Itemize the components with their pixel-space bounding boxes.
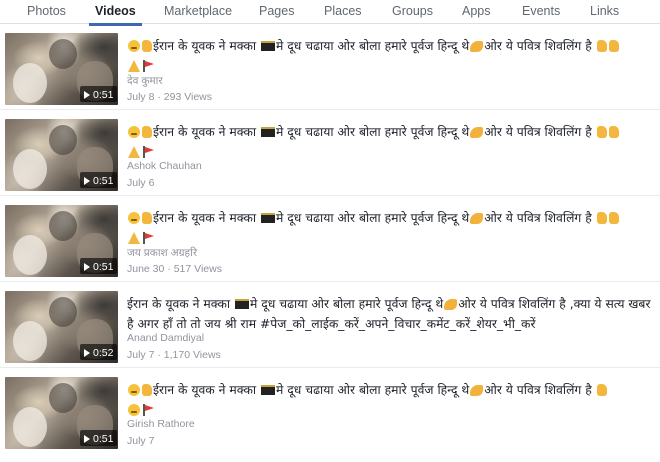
video-result-row: 0:51 ईरान के यूवक ने मक्का मे दूध चढाया … (0, 110, 660, 196)
video-result-row: 0:51 ईरान के यूवक ने मक्का मे दूध चढाया … (0, 24, 660, 110)
triangular-flag-icon (142, 146, 154, 158)
title-text: मे दूध चढाया ओर बोला हमारे पूर्वज हिन्दू… (250, 297, 444, 311)
flexed-biceps-icon (444, 299, 458, 310)
thinking-face-icon (128, 126, 140, 138)
tab-pages[interactable]: Pages (259, 4, 294, 18)
tab-links[interactable]: Links (590, 4, 619, 18)
title-text: ईरान के यूवक ने मक्का (153, 211, 257, 225)
title-text: मे दूध चढाया ओर बोला हमारे पूर्वज हिन्दू… (276, 211, 470, 225)
tab-marketplace[interactable]: Marketplace (164, 4, 232, 18)
folded-hands-icon (128, 60, 140, 72)
video-duration-badge: 0:51 (80, 430, 118, 446)
pointing-hand-icon (596, 384, 607, 396)
title-text: मे दूध चढाया ओर बोला हमारे पूर्वज हिन्दू… (276, 383, 470, 397)
video-title-link[interactable]: ईरान के यूवक ने मक्का मे दूध चढाया ओर बो… (127, 380, 652, 420)
flexed-biceps-icon (470, 213, 484, 224)
video-title-link[interactable]: ईरान के यूवक ने मक्का मे दूध चढाया ओर बो… (127, 36, 652, 76)
video-result-row: 0:51 ईरान के यूवक ने मक्का मे दूध चढाया … (0, 196, 660, 282)
video-result-row: 0:52 ईरान के यूवक ने मक्का मे दूध चढाया … (0, 282, 660, 368)
title-text: ईरान के यूवक ने मक्का (153, 383, 257, 397)
title-text: ईरान के यूवक ने मक्का (153, 125, 257, 139)
pointing-hand-icon (608, 126, 619, 138)
search-filter-tabs: Photos Videos Marketplace Pages Places G… (0, 0, 660, 26)
video-duration-badge: 0:51 (80, 86, 118, 102)
triangular-flag-icon (142, 60, 154, 72)
video-duration-badge: 0:51 (80, 172, 118, 188)
tab-photos[interactable]: Photos (27, 4, 66, 18)
video-title-link[interactable]: ईरान के यूवक ने मक्का मे दूध चढाया ओर बो… (127, 122, 652, 162)
play-icon (84, 348, 90, 357)
ok-hand-icon (142, 384, 152, 396)
video-date-views: June 30 · 517 Views (127, 263, 222, 275)
tab-groups[interactable]: Groups (392, 4, 433, 18)
kaaba-icon (261, 41, 276, 51)
duration-text: 0:52 (93, 346, 114, 359)
flexed-biceps-icon (470, 41, 484, 52)
triangular-flag-icon (142, 232, 154, 244)
ok-hand-icon (142, 40, 152, 52)
video-thumbnail[interactable]: 0:51 (5, 377, 118, 449)
video-thumbnail[interactable]: 0:51 (5, 33, 118, 105)
ok-hand-icon (596, 126, 607, 138)
tab-apps[interactable]: Apps (462, 4, 491, 18)
ok-hand-icon (596, 40, 607, 52)
title-text: मे दूध चढाया ओर बोला हमारे पूर्वज हिन्दू… (276, 39, 470, 53)
kaaba-icon (261, 213, 276, 223)
play-icon (84, 176, 90, 185)
video-date-views: July 7 · 1,170 Views (127, 349, 221, 361)
duration-text: 0:51 (93, 432, 114, 445)
pointing-hand-icon (608, 40, 619, 52)
title-text: ओर ये पवित्र शिवलिंग है (484, 125, 592, 139)
video-title-link[interactable]: ईरान के यूवक ने मक्का मे दूध चढाया ओर बो… (127, 208, 652, 248)
video-duration-badge: 0:51 (80, 258, 118, 274)
folded-hands-icon (128, 232, 140, 244)
video-thumbnail[interactable]: 0:52 (5, 291, 118, 363)
title-text: ओर ये पवित्र शिवलिंग है (484, 383, 592, 397)
thinking-face-icon (128, 40, 140, 52)
ok-hand-icon (142, 126, 152, 138)
duration-text: 0:51 (93, 260, 114, 273)
thinking-face-icon (128, 384, 140, 396)
title-text: ईरान के यूवक ने मक्का (153, 39, 257, 53)
duration-text: 0:51 (93, 174, 114, 187)
tab-events[interactable]: Events (522, 4, 560, 18)
video-date-views: July 6 (127, 177, 155, 189)
kaaba-icon (235, 299, 250, 309)
title-text: ईरान के यूवक ने मक्का (127, 297, 231, 311)
ok-hand-icon (142, 212, 152, 224)
video-author-link[interactable]: Girish Rathore (127, 418, 195, 430)
kaaba-icon (261, 127, 276, 137)
thinking-face-icon (128, 404, 140, 416)
video-thumbnail[interactable]: 0:51 (5, 119, 118, 191)
title-text: मे दूध चढाया ओर बोला हमारे पूर्वज हिन्दू… (276, 125, 470, 139)
thinking-face-icon (128, 212, 140, 224)
play-icon (84, 262, 90, 271)
tab-videos[interactable]: Videos (89, 4, 142, 26)
video-author-link[interactable]: देव कुमार (127, 74, 163, 88)
video-title-link[interactable]: ईरान के यूवक ने मक्का मे दूध चढाया ओर बो… (127, 294, 652, 334)
flexed-biceps-icon (470, 385, 484, 396)
triangular-flag-icon (142, 404, 154, 416)
kaaba-icon (261, 385, 276, 395)
title-text: ओर ये पवित्र शिवलिंग है (484, 211, 592, 225)
play-icon (84, 434, 90, 443)
video-date-views: July 7 (127, 435, 155, 447)
video-result-row: 0:51 ईरान के यूवक ने मक्का मे दूध चढाया … (0, 368, 660, 454)
video-duration-badge: 0:52 (80, 344, 118, 360)
play-icon (84, 90, 90, 99)
folded-hands-icon (128, 146, 140, 158)
video-date-views: July 8 · 293 Views (127, 91, 213, 103)
flexed-biceps-icon (470, 127, 484, 138)
video-author-link[interactable]: Ashok Chauhan (127, 160, 202, 172)
pointing-hand-icon (608, 212, 619, 224)
video-author-link[interactable]: जय प्रकाश अग्रहरि (127, 246, 197, 260)
ok-hand-icon (596, 212, 607, 224)
title-text: ओर ये पवित्र शिवलिंग है (484, 39, 592, 53)
duration-text: 0:51 (93, 88, 114, 101)
video-author-link[interactable]: Anand Damdiyal (127, 332, 204, 344)
tab-places[interactable]: Places (324, 4, 362, 18)
video-thumbnail[interactable]: 0:51 (5, 205, 118, 277)
